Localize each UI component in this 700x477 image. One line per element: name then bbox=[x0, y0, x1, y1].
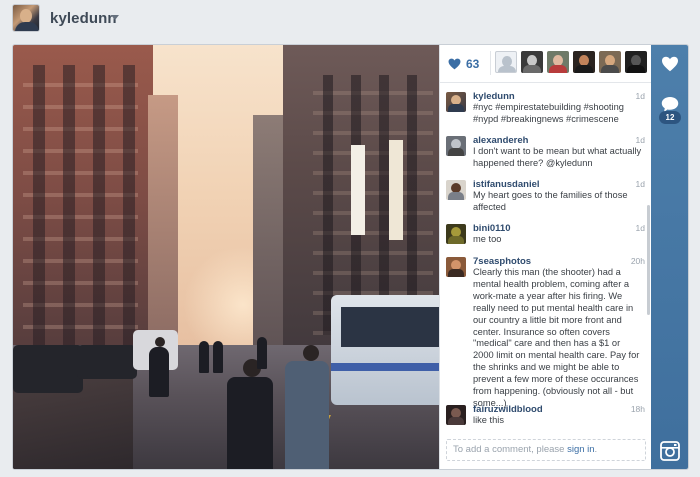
heart-icon bbox=[448, 58, 461, 70]
commenter-avatar[interactable] bbox=[446, 224, 466, 244]
post-photo[interactable] bbox=[13, 45, 439, 469]
comment-username[interactable]: 7seasphotos bbox=[473, 256, 531, 267]
comment-text: Clearly this man (the shooter) had a men… bbox=[473, 267, 640, 408]
comment-item: kyledunn 1d #nyc #empirestatebuilding #s… bbox=[440, 86, 652, 128]
liker-avatar[interactable] bbox=[495, 51, 517, 73]
comment-username[interactable]: bini0110 bbox=[473, 223, 511, 234]
heart-icon bbox=[662, 56, 678, 72]
commenter-avatar[interactable] bbox=[446, 92, 466, 112]
comment-item: istifanusdaniel 1d My heart goes to the … bbox=[440, 174, 652, 216]
comment-time: 20h bbox=[630, 256, 645, 266]
comment-count-badge: 12 bbox=[659, 111, 681, 124]
comment-item: bini0110 1d me too bbox=[440, 218, 652, 250]
comment-time: 1d bbox=[635, 91, 645, 101]
comment-username[interactable]: alexandereh bbox=[473, 135, 528, 146]
liker-avatar[interactable] bbox=[573, 51, 595, 73]
comments-scrollbar[interactable] bbox=[647, 205, 650, 315]
likers-list bbox=[490, 51, 657, 75]
comments-panel: 63 kyledunn 1d #nyc #empirestatebuilding… bbox=[439, 45, 657, 469]
action-rail: 12 bbox=[651, 45, 688, 469]
add-comment-field[interactable]: To add a comment, please sign in. bbox=[446, 439, 646, 461]
comment-username[interactable]: fairuzwildblood bbox=[473, 404, 543, 415]
comment-text: me too bbox=[473, 234, 502, 244]
top-bar: kyledunn bbox=[0, 0, 700, 36]
comment-text: like this bbox=[473, 415, 505, 425]
commenter-avatar[interactable] bbox=[446, 405, 466, 425]
profile-username[interactable]: kyledunn bbox=[50, 10, 117, 27]
liker-avatar[interactable] bbox=[599, 51, 621, 73]
sign-in-link[interactable]: sign in bbox=[567, 444, 594, 455]
commenter-avatar[interactable] bbox=[446, 257, 466, 277]
comment-item: 7seasphotos 20h Clearly this man (the sh… bbox=[440, 251, 652, 408]
chevron-down-icon[interactable] bbox=[111, 15, 119, 20]
comment-text: I don't want to be mean but what actuall… bbox=[473, 146, 642, 168]
commenter-avatar[interactable] bbox=[446, 180, 466, 200]
comment-item: alexandereh 1d I don't want to be mean b… bbox=[440, 130, 652, 172]
like-button[interactable] bbox=[651, 47, 688, 81]
liker-avatar[interactable] bbox=[625, 51, 647, 73]
comment-text: #nyc #empirestatebuilding #shooting #nyp… bbox=[473, 102, 624, 124]
comment-time: 1d bbox=[635, 223, 645, 233]
add-comment-prompt: To add a comment, please bbox=[453, 444, 568, 455]
likes-row: 63 bbox=[440, 45, 657, 83]
comment-bubble-icon bbox=[661, 96, 679, 112]
add-comment-suffix: . bbox=[594, 444, 598, 455]
commenter-avatar[interactable] bbox=[446, 136, 466, 156]
comment-time: 1d bbox=[635, 179, 645, 189]
post-card: 63 kyledunn 1d #nyc #empirestatebuilding… bbox=[12, 44, 689, 470]
comment-item: fairuzwildblood 18h like this bbox=[440, 399, 652, 428]
instagram-icon[interactable] bbox=[660, 441, 680, 461]
like-count[interactable]: 63 bbox=[448, 57, 479, 71]
comment-time: 1d bbox=[635, 135, 645, 145]
like-count-value: 63 bbox=[466, 57, 480, 71]
comment-text: My heart goes to the families of those a… bbox=[473, 190, 628, 212]
liker-avatar[interactable] bbox=[521, 51, 543, 73]
comments-list: kyledunn 1d #nyc #empirestatebuilding #s… bbox=[440, 83, 652, 428]
liker-avatar[interactable] bbox=[547, 51, 569, 73]
comment-username[interactable]: kyledunn bbox=[473, 91, 515, 102]
user-avatar[interactable] bbox=[12, 4, 40, 32]
comment-time: 18h bbox=[630, 404, 645, 414]
comment-username[interactable]: istifanusdaniel bbox=[473, 179, 540, 190]
